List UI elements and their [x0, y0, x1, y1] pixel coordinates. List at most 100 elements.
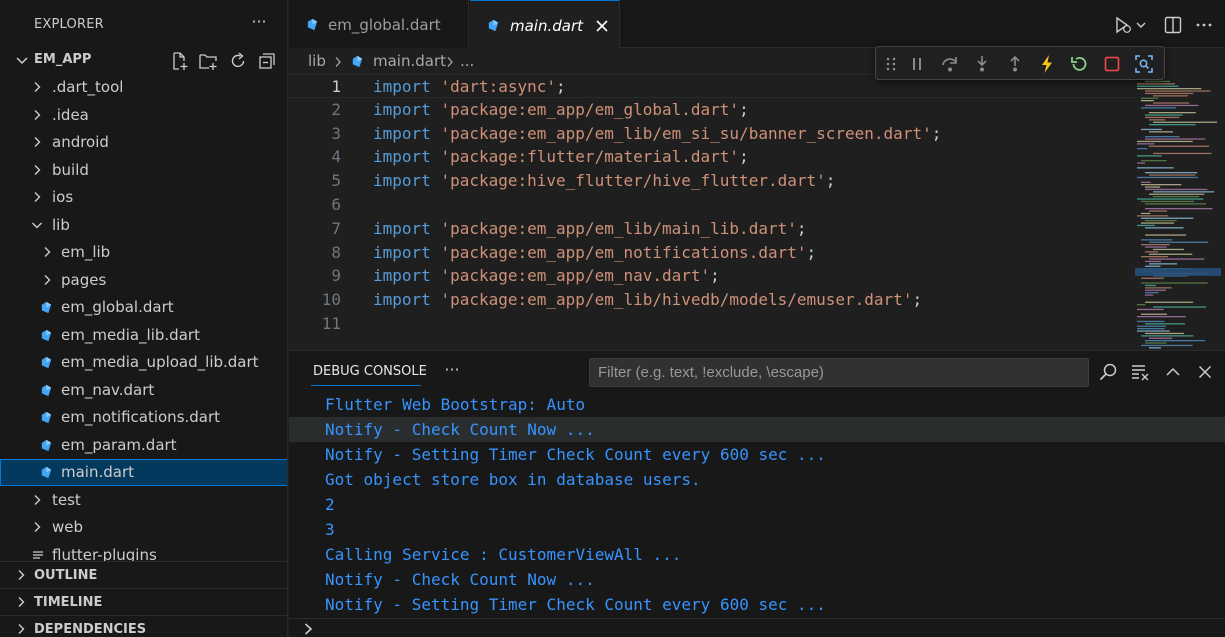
tree-item-main-dart[interactable]: main.dart [0, 459, 287, 486]
code-line[interactable]: 4 import 'package:flutter/material.dart'; [289, 145, 1137, 169]
console-line[interactable]: Notify - Setting Timer Check Count every… [289, 442, 1225, 467]
console-line[interactable]: Notify - Setting Timer Check Count every… [289, 592, 1225, 614]
tree-item-em-global-dart[interactable]: em_global.dart [0, 294, 287, 321]
minimap-code-stroke [1137, 167, 1174, 169]
console-line[interactable]: 2 [289, 492, 1225, 517]
debug-toolbar [875, 46, 1165, 80]
minimap-code-stroke [1145, 227, 1184, 229]
tab-main-dart[interactable]: main.dart [470, 0, 620, 49]
minimap-code-stroke [1149, 131, 1174, 133]
split-editor-button[interactable] [1162, 14, 1184, 36]
code-line[interactable]: 7 import 'package:em_app/em_lib/main_lib.… [289, 217, 1137, 241]
code-line[interactable]: 5 import 'package:hive_flutter/hive_flutt… [289, 169, 1137, 193]
tree-item-em-media-lib-dart[interactable]: em_media_lib.dart [0, 322, 287, 349]
tab-debug-console[interactable]: DEBUG CONSOLE [313, 364, 427, 379]
step-into-button[interactable] [971, 53, 993, 75]
minimap-code-stroke [1137, 308, 1164, 311]
new-folder-button[interactable] [197, 50, 219, 72]
panel-more-actions-button[interactable]: ··· [441, 361, 463, 383]
step-over-icon [942, 57, 957, 72]
console-line[interactable]: Got object store box in database users. [289, 467, 1225, 492]
tree-item-flutter-plugins[interactable]: flutter-plugins [0, 542, 287, 562]
minimap-code-stroke [1141, 212, 1151, 215]
timeline-section[interactable]: TIMELINE [0, 588, 287, 615]
tree-item-build[interactable]: build [0, 157, 287, 184]
tree-item-em-media-upload-lib-dart[interactable]: em_media_upload_lib.dart [0, 349, 287, 376]
clear-console-button[interactable] [1129, 361, 1151, 383]
outline-section[interactable]: OUTLINE [0, 561, 287, 588]
debug-toolbar-drag-handle[interactable] [884, 53, 898, 75]
console-line[interactable]: 3 [289, 517, 1225, 542]
tree-item-pages[interactable]: pages [0, 267, 287, 294]
console-output[interactable]: Flutter Web Bootstrap: Auto Notify - Chec… [289, 392, 1225, 614]
new-file-button[interactable] [168, 50, 190, 72]
refresh-explorer-button[interactable] [227, 50, 249, 72]
console-line[interactable]: Notify - Check Count Now ... [289, 567, 1225, 592]
clear-all-icon [1132, 365, 1149, 381]
console-line[interactable]: Notify - Check Count Now ... [289, 417, 1225, 442]
minimap-code-stroke [1141, 217, 1194, 219]
minimap-code-stroke [1141, 239, 1173, 241]
run-debug-button[interactable] [1112, 14, 1134, 36]
explorer-more-actions-button[interactable]: ··· [248, 13, 270, 35]
console-input-row[interactable] [289, 618, 1225, 637]
keyword-token: import [373, 218, 431, 238]
code-editor[interactable]: 1 import 'dart:async'; 2 import 'package:em… [289, 74, 1225, 350]
editor-more-actions-button[interactable] [1193, 14, 1215, 36]
maximize-panel-button[interactable] [1162, 361, 1184, 383]
tree-item-web[interactable]: web [0, 514, 287, 541]
tree-item-test[interactable]: test [0, 487, 287, 514]
minimap[interactable] [1135, 74, 1221, 350]
new-file-icon [173, 52, 188, 70]
tree-item-em-lib[interactable]: em_lib [0, 239, 287, 266]
stop-button[interactable] [1101, 53, 1123, 75]
tree-item-em-notifications-dart[interactable]: em_notifications.dart [0, 404, 287, 431]
tree-item-label: test [52, 490, 81, 509]
close-panel-button[interactable] [1194, 361, 1216, 383]
console-line[interactable]: Calling Service : CustomerViewAll ... [289, 542, 1225, 567]
editor-scrollbar[interactable] [1221, 74, 1225, 350]
close-icon[interactable] [593, 17, 611, 35]
step-out-button[interactable] [1004, 53, 1026, 75]
minimap-code-stroke [1141, 313, 1167, 315]
code-line[interactable]: 10 import 'package:em_app/em_lib/hivedb/m… [289, 288, 1137, 312]
step-over-button[interactable] [939, 53, 961, 75]
chevron-right-icon [34, 137, 41, 147]
tree-item-em-param-dart[interactable]: em_param.dart [0, 432, 287, 459]
project-root-row[interactable]: EM_APP [0, 48, 287, 74]
keyword-token: import [373, 290, 431, 310]
minimap-code-stroke [1145, 323, 1185, 325]
pause-button[interactable] [906, 53, 928, 75]
breadcrumb-lib[interactable]: lib [308, 52, 326, 70]
open-devtools-button[interactable] [1133, 53, 1155, 75]
code-line[interactable]: 9 import 'package:em_app/em_nav.dart'; [289, 264, 1137, 288]
code-line[interactable]: 6 [289, 193, 1137, 217]
run-options-button[interactable] [1134, 14, 1148, 36]
dependencies-section[interactable]: DEPENDENCIES [0, 615, 287, 637]
code-line[interactable]: 3 import 'package:em_app/em_lib/em_si_su/… [289, 122, 1137, 146]
hot-restart-button[interactable] [1068, 53, 1090, 75]
code-line[interactable]: 2 import 'package:em_app/em_global.dart'; [289, 98, 1137, 122]
collapse-folders-button[interactable] [256, 50, 278, 72]
tree-item-ios[interactable]: ios [0, 184, 287, 211]
tree-item-lib[interactable]: lib [0, 212, 287, 239]
minimap-code-stroke [1137, 215, 1169, 217]
minimap-code-stroke [1145, 104, 1199, 107]
collapse-all-icon [259, 53, 275, 69]
inspect-icon [1135, 55, 1153, 73]
tree-item-idea[interactable]: .idea [0, 102, 287, 129]
find-button[interactable] [1097, 361, 1119, 383]
chevron-down-icon [1136, 22, 1146, 28]
breadcrumb-file[interactable]: main.dart [373, 52, 446, 70]
code-line[interactable]: 8 import 'package:em_app/em_notifications… [289, 241, 1137, 265]
tree-item-dart-tool[interactable]: .dart_tool [0, 74, 287, 101]
tab-em-global-dart[interactable]: em_global.dart [289, 0, 469, 48]
tree-item-em-nav-dart[interactable]: em_nav.dart [0, 377, 287, 404]
editor-tab-bar: em_global.dart main.dart [289, 0, 1225, 49]
code-line[interactable]: 11 [289, 312, 1137, 336]
console-line[interactable]: Flutter Web Bootstrap: Auto [289, 392, 1225, 417]
tree-item-android[interactable]: android [0, 129, 287, 156]
breadcrumb-symbols[interactable]: ... [460, 52, 474, 70]
console-filter-input[interactable] [589, 358, 1089, 387]
hot-reload-button[interactable] [1036, 53, 1058, 75]
